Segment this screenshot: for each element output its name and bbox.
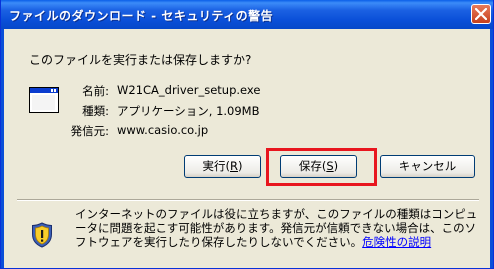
file-publisher-row: 発信元: www.casio.co.jp <box>1 123 493 139</box>
file-publisher-value: www.casio.co.jp <box>117 123 209 137</box>
dialog-prompt: このファイルを実行または保存しますか? <box>29 53 252 67</box>
cancel-button[interactable]: キャンセル <box>380 155 475 178</box>
security-warning: インターネットのファイルは役に立ちますが、このファイルの種類はコンピュータに問題… <box>75 207 481 249</box>
window-frame-right <box>490 29 493 268</box>
close-button[interactable] <box>471 4 491 24</box>
risk-explanation-link[interactable]: 危険性の説明 <box>362 235 431 249</box>
file-name-value: W21CA_driver_setup.exe <box>117 83 261 97</box>
file-name-label: 名前: <box>82 84 109 98</box>
file-type-label: 種類: <box>82 104 109 118</box>
run-button[interactable]: 実行(R) <box>184 155 261 178</box>
close-icon <box>475 8 487 20</box>
file-type-value: アプリケーション, 1.09MB <box>117 104 260 118</box>
separator <box>17 199 479 201</box>
security-shield-icon <box>32 222 52 248</box>
window-frame-left <box>1 29 4 268</box>
window-title: ファイルのダウンロード - セキュリティの警告 <box>9 9 274 23</box>
save-button-highlight <box>266 148 377 186</box>
file-download-dialog: ファイルのダウンロード - セキュリティの警告 このファイルを実行または保存しま… <box>0 0 494 269</box>
title-bar[interactable]: ファイルのダウンロード - セキュリティの警告 <box>1 0 493 29</box>
file-publisher-label: 発信元: <box>70 124 109 138</box>
file-type-row: 種類: アプリケーション, 1.09MB <box>1 103 493 119</box>
file-name-row: 名前: W21CA_driver_setup.exe <box>1 83 493 99</box>
